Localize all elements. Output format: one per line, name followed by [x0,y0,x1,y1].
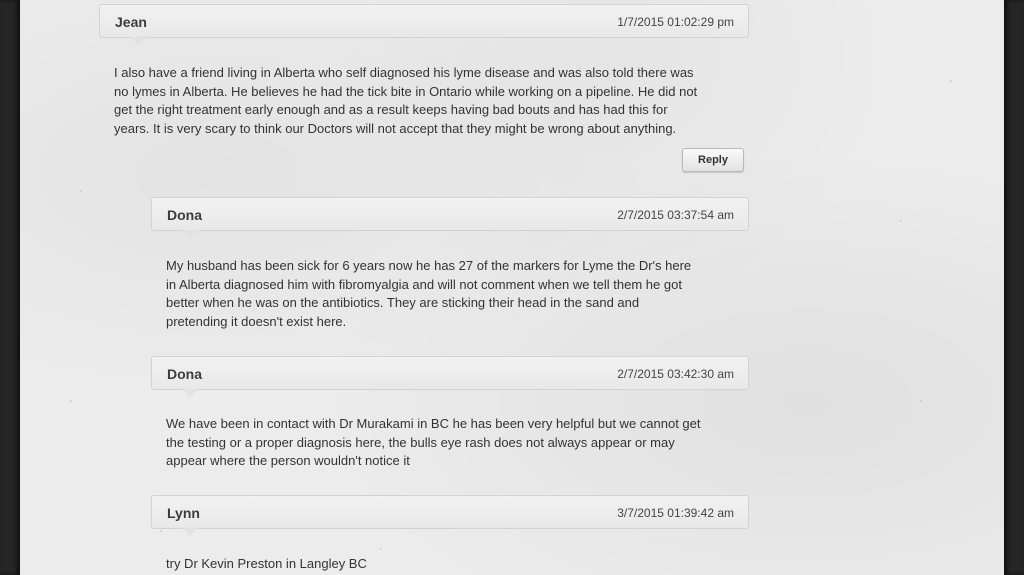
comment-timestamp: 1/7/2015 01:02:29 pm [617,15,734,29]
comment-timestamp: 2/7/2015 03:42:30 am [617,367,734,381]
comment-body: I also have a friend living in Alberta w… [114,65,698,136]
comment-header: Lynn 3/7/2015 01:39:42 am [151,495,749,536]
right-frame [1004,0,1024,575]
comment-timestamp: 2/7/2015 03:37:54 am [617,208,734,222]
reply-button[interactable]: Reply [682,148,744,172]
comment-author: Dona [167,207,202,223]
comment-header: Jean 1/7/2015 01:02:29 pm [99,4,749,45]
comment-header: Dona 2/7/2015 03:42:30 am [151,356,749,397]
comment-header: Dona 2/7/2015 03:37:54 am [151,197,749,238]
comment-author: Lynn [167,505,200,521]
comment-body: We have been in contact with Dr Murakami… [166,416,701,468]
left-frame [0,0,20,575]
comment-timestamp: 3/7/2015 01:39:42 am [617,506,734,520]
comment-author: Jean [115,14,147,30]
comment-body: My husband has been sick for 6 years now… [166,258,692,329]
comments-page: Jean 1/7/2015 01:02:29 pm I also have a … [0,0,1024,575]
comment-body: try Dr Kevin Preston in Langley BC [166,556,367,571]
comment-author: Dona [167,366,202,382]
